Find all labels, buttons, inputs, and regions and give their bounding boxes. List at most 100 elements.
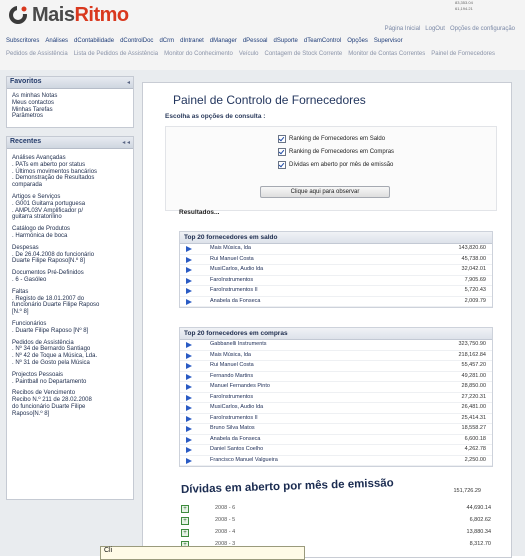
recent-group: Artigos e Serviços . G001 Guitarra portu… — [12, 194, 129, 221]
expand-icon[interactable]: + — [181, 529, 189, 537]
table-row[interactable]: MusiCarlos, Audio lda 32,042.01 — [180, 265, 492, 276]
checkbox-icon[interactable] — [278, 161, 286, 169]
recent-item[interactable]: . 6 - Gasóleo — [12, 277, 129, 284]
checkbox-icon[interactable] — [278, 135, 286, 143]
table-row[interactable]: Manuel Fernandes Pinto 28,850.00 — [180, 382, 492, 393]
subnav-item[interactable]: Monitor de Contas Correntes — [348, 51, 425, 57]
recent-item[interactable]: . Duarte Filipe Raposo [Nº 8] — [12, 328, 129, 335]
nav-dmanager[interactable]: dManager — [210, 38, 237, 44]
table-title: Top 20 fornecedores em compras — [180, 328, 492, 340]
table-row[interactable]: Rui Manuel Costa 45,738.00 — [180, 255, 492, 265]
recent-item[interactable]: do funcionário Duarte Filipe — [12, 404, 129, 411]
recent-item[interactable]: [N.º 8] — [12, 309, 129, 316]
arrow-icon — [186, 277, 192, 284]
recent-item[interactable]: comparada — [12, 182, 129, 189]
table-row[interactable]: Gabbanelli Instruments 323,750.90 — [180, 340, 492, 351]
nav-dpessoal[interactable]: dPessoal — [243, 38, 268, 44]
recent-item[interactable]: . Últimos movimentos bancários — [12, 169, 129, 176]
recent-group: Documentos Pré-Definidos . 6 - Gasóleo — [12, 270, 129, 284]
recent-group-title[interactable]: Catálogo de Produtos — [12, 226, 129, 233]
table-row[interactable]: Mais Música, lda 218,162.84 — [180, 351, 492, 361]
recent-group: Recibos de Vencimento Recibo N.º 211 de … — [12, 390, 129, 417]
table-row[interactable]: Bruno Silva Matos 18,558.27 — [180, 424, 492, 435]
top-saldo-table: Top 20 fornecedores em saldo Mais Música… — [179, 231, 493, 308]
subnav-item[interactable]: Painel de Fornecedores — [431, 51, 495, 57]
table-row[interactable]: FaroInstrumentos II 25,414.31 — [180, 414, 492, 424]
favorite-item[interactable]: Minhas Tarefas — [12, 107, 129, 114]
option-compras-checkbox[interactable]: Ranking de Fornecedores em Compras — [278, 148, 394, 156]
recent-group-title[interactable]: Faltas — [12, 289, 129, 296]
nav-subscritores[interactable]: Subscritores — [6, 38, 39, 44]
option-dividas-checkbox[interactable]: Dívidas em aberto por mês de emissão — [278, 161, 393, 169]
observe-button[interactable]: Clique aqui para observar — [260, 186, 390, 198]
recent-group-title[interactable]: Funcionários — [12, 321, 129, 328]
subnav-item[interactable]: Contagem de Stock Corrente — [265, 51, 343, 57]
nav-dteamcontrol[interactable]: dTeamControl — [304, 38, 341, 44]
table-row[interactable]: FaroInstrumentos 27,220.31 — [180, 393, 492, 403]
table-row[interactable]: Anabela da Fonseca 2,009.79 — [180, 297, 492, 307]
expand-icon[interactable]: + — [181, 517, 189, 525]
table-row[interactable]: Daniel Santos Coelho 4,262.78 — [180, 445, 492, 456]
subnav-item[interactable]: Pedidos de Assistência — [6, 51, 68, 57]
table-row[interactable]: MusiCarlos, Audio lda 26,481.00 — [180, 403, 492, 414]
subnav-item[interactable]: Veículo — [239, 51, 259, 57]
table-row[interactable]: FaroInstrumentos II 5,720.43 — [180, 286, 492, 297]
recent-item[interactable]: . Nº 31 de Gosto pela Música — [12, 360, 129, 367]
table-row[interactable]: Francisco Manuel Valgueira 2,250.00 — [180, 456, 492, 466]
settings-link[interactable]: Opções de configuração — [450, 26, 515, 32]
main-nav: Subscritores Análises dContabilidade dCo… — [6, 38, 518, 44]
recent-item[interactable]: Recibo N.º 211 de 28.02.2008 — [12, 397, 129, 404]
recent-group-title[interactable]: Artigos e Serviços — [12, 194, 129, 201]
arrow-icon — [186, 426, 192, 432]
subnav-item[interactable]: Lista de Pedidos de Assistência — [74, 51, 158, 57]
maisritmo-logo-icon — [9, 6, 28, 24]
panel-controls-icon[interactable]: ◂ ◂ — [122, 139, 130, 146]
collapse-icon[interactable]: ◂ — [127, 79, 130, 86]
table-row[interactable]: Anabela da Fonseca 6,600.18 — [180, 435, 492, 445]
table-row[interactable]: Fernando Martins 49,281.00 — [180, 372, 492, 382]
nav-analises[interactable]: Análises — [45, 38, 68, 44]
recent-group-title[interactable]: Despesas — [12, 245, 129, 252]
debt-row[interactable]: +2008 - 6 44,690.14 — [181, 504, 491, 514]
nav-dcontroldoc[interactable]: dControlDoc — [120, 38, 153, 44]
expand-icon[interactable]: + — [181, 505, 189, 513]
favorite-item[interactable]: Meus contactos — [12, 100, 129, 107]
table-row[interactable]: FaroInstrumentos 7,905.69 — [180, 276, 492, 286]
arrow-icon — [186, 256, 192, 263]
recent-item[interactable]: Duarte Filipe Raposo[N.º 8] — [12, 258, 129, 265]
table-row[interactable]: Mais Música, lda 143,820.60 — [180, 244, 492, 255]
nav-dsuporte[interactable]: dSuporte — [274, 38, 298, 44]
checkbox-icon[interactable] — [278, 148, 286, 156]
debts-title: Dívidas em aberto por mês de emissão — [180, 477, 394, 496]
recent-item[interactable]: Raposo[N.º 8] — [12, 411, 129, 418]
recent-item[interactable]: . Registo de 18.01.2007 do — [12, 296, 129, 303]
home-link[interactable]: Página Inicial — [385, 26, 421, 32]
recent-title: Recentes — [10, 138, 42, 145]
debt-row[interactable]: +2008 - 5 6,802.62 — [181, 516, 491, 526]
recent-item[interactable]: . Harmónica de boca — [12, 233, 129, 240]
debt-row[interactable]: +2008 - 4 13,880.34 — [181, 528, 491, 538]
logo[interactable]: MaisRitmo — [8, 3, 129, 27]
recent-group-title[interactable]: Análises Avançadas — [12, 155, 129, 162]
recent-group-title[interactable]: Projectos Pessoais — [12, 372, 129, 379]
recent-item[interactable]: funcionário Duarte Filipe Raposo — [12, 302, 129, 309]
subnav-item[interactable]: Monitor do Conhecimento — [164, 51, 233, 57]
nav-opcoes[interactable]: Opções — [347, 38, 368, 44]
nav-dcrm[interactable]: dCrm — [159, 38, 174, 44]
recent-item[interactable]: . Nº 42 de Toque a Música, Lda. — [12, 353, 129, 360]
recent-item[interactable]: . AMPL03V Amplificador p/ — [12, 208, 129, 215]
recent-item[interactable]: . G001 Guitarra portuguesa — [12, 201, 129, 208]
favorite-item[interactable]: As minhas Notas — [12, 93, 129, 100]
option-saldo-checkbox[interactable]: Ranking de Fornecedores em Saldo — [278, 135, 385, 143]
recent-item[interactable]: guitarra stratorilino — [12, 214, 129, 221]
favorite-item[interactable]: Parâmetros — [12, 113, 129, 120]
recent-item[interactable]: . Demonstração de Resultados — [12, 175, 129, 182]
recent-group-title[interactable]: Documentos Pré-Definidos — [12, 270, 129, 277]
nav-supervisor[interactable]: Supervisor — [374, 38, 403, 44]
recent-item[interactable]: . PATs em aberto por status — [12, 162, 129, 169]
recent-item[interactable]: . Paintball no Departamento — [12, 379, 129, 386]
nav-dcontabilidade[interactable]: dContabilidade — [74, 38, 114, 44]
nav-dintranet[interactable]: dIntranet — [180, 38, 204, 44]
table-row[interactable]: Rui Manuel Costa 55,457.20 — [180, 361, 492, 372]
logout-link[interactable]: LogOut — [425, 26, 445, 32]
